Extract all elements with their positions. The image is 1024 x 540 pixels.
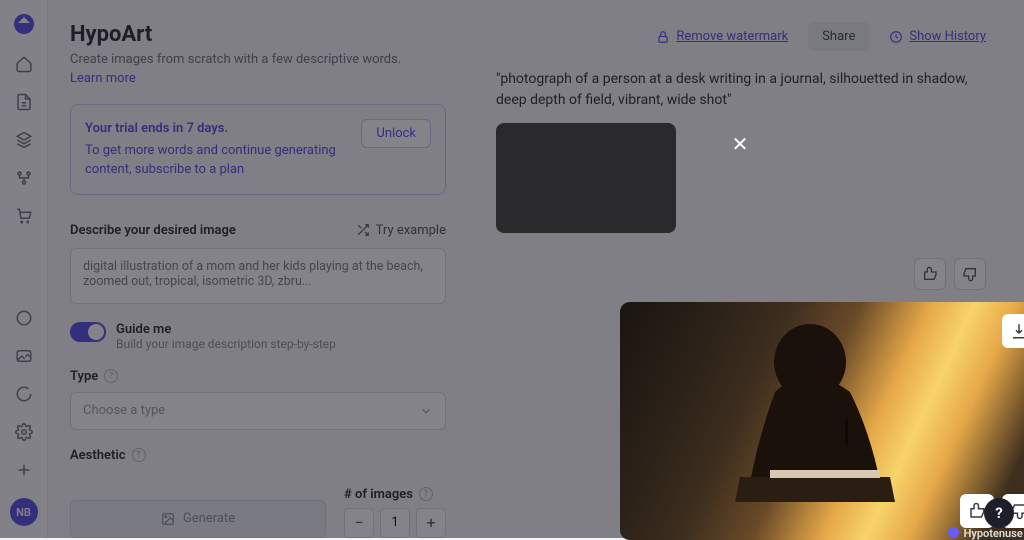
download-button[interactable] [1002,314,1024,348]
image-preview-modal: ⬣Hypotenuse AI [620,302,1024,540]
preview-image [680,322,940,522]
close-icon[interactable]: ✕ [726,130,754,158]
help-button[interactable]: ? [984,498,1014,528]
